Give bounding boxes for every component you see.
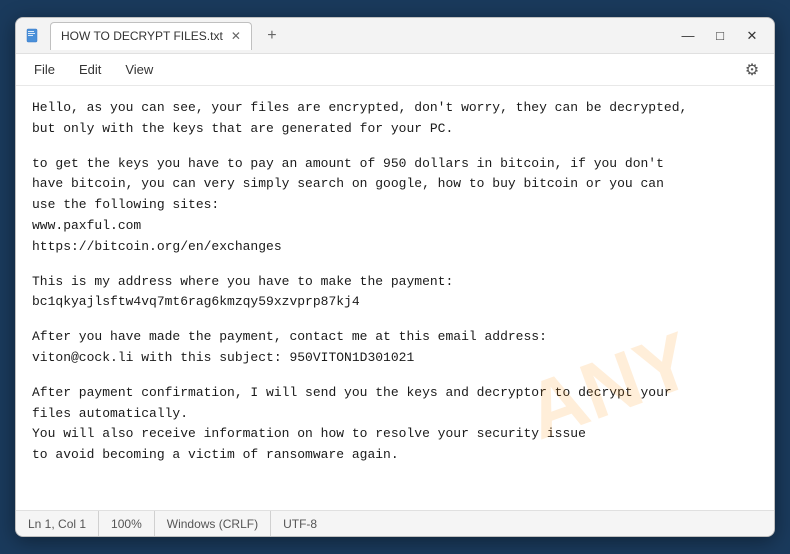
notepad-window: HOW TO DECRYPT FILES.txt ✕ + — □ ✕ File … [15, 17, 775, 537]
line-ending: Windows (CRLF) [155, 511, 271, 536]
menu-view[interactable]: View [115, 58, 163, 81]
paragraph-4: After you have made the payment, contact… [32, 327, 758, 369]
paragraph-5: After payment confirmation, I will send … [32, 383, 758, 466]
menu-bar: File Edit View ⚙ [16, 54, 774, 86]
tab-close-button[interactable]: ✕ [231, 30, 241, 42]
paragraph-2: to get the keys you have to pay an amoun… [32, 154, 758, 258]
title-bar-left: HOW TO DECRYPT FILES.txt ✕ + [24, 22, 674, 50]
close-button[interactable]: ✕ [738, 22, 766, 50]
file-icon [24, 27, 42, 45]
minimize-button[interactable]: — [674, 22, 702, 50]
maximize-button[interactable]: □ [706, 22, 734, 50]
paragraph-1: Hello, as you can see, your files are en… [32, 98, 758, 140]
text-content-area[interactable]: Hello, as you can see, your files are en… [16, 86, 774, 510]
menu-edit[interactable]: Edit [69, 58, 111, 81]
new-tab-button[interactable]: + [260, 24, 284, 48]
zoom-level: 100% [99, 511, 155, 536]
paragraph-3: This is my address where you have to mak… [32, 272, 758, 314]
encoding: UTF-8 [271, 511, 329, 536]
window-controls: — □ ✕ [674, 22, 766, 50]
active-tab[interactable]: HOW TO DECRYPT FILES.txt ✕ [50, 22, 252, 50]
menu-file[interactable]: File [24, 58, 65, 81]
title-bar: HOW TO DECRYPT FILES.txt ✕ + — □ ✕ [16, 18, 774, 54]
tab-title: HOW TO DECRYPT FILES.txt [61, 29, 223, 43]
settings-icon[interactable]: ⚙ [738, 56, 766, 84]
status-bar: Ln 1, Col 1 100% Windows (CRLF) UTF-8 [16, 510, 774, 536]
cursor-position: Ln 1, Col 1 [28, 511, 99, 536]
menu-bar-right: ⚙ [738, 56, 766, 84]
